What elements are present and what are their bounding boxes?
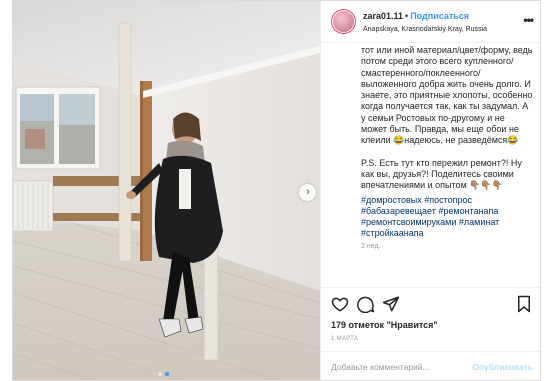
- separator: •: [405, 11, 409, 21]
- bookmark-icon: [518, 295, 530, 313]
- carousel-indicator: [158, 372, 169, 376]
- comment-icon: [357, 296, 375, 314]
- chevron-right-icon: ›: [306, 186, 310, 198]
- comment-button[interactable]: [357, 295, 375, 314]
- instagram-post: › zara01.11 • Подписаться Anapskaya, Krasn…: [12, 0, 541, 381]
- follow-button[interactable]: Подписаться: [410, 11, 469, 21]
- more-options-icon[interactable]: •••: [523, 13, 534, 27]
- post-caption: тот или иной материал/цвет/форму, ведь п…: [361, 45, 533, 252]
- post-photo[interactable]: ›: [13, 1, 320, 380]
- save-button[interactable]: [515, 295, 533, 313]
- publish-button[interactable]: Опубликовать: [472, 362, 533, 372]
- likes-count[interactable]: 179 отметок "Нравится": [331, 320, 438, 330]
- attic-room-photo: [13, 1, 320, 380]
- comment-form: Опубликовать: [321, 351, 540, 380]
- location-link[interactable]: Anapskaya, Krasnodarskiy Kray, Russia: [363, 26, 487, 33]
- caption-paragraph: тот или иной материал/цвет/форму, ведь п…: [361, 45, 533, 146]
- carousel-dot-active: [165, 372, 169, 376]
- caption-timestamp: 2 нед.: [361, 242, 381, 250]
- caption-hashtags[interactable]: #домростовых #постопрос #бабазаревещает …: [361, 195, 533, 240]
- paper-plane-icon: [382, 296, 400, 312]
- post-date: 1 МАРТА: [331, 336, 359, 342]
- post-actions: 179 отметок "Нравится" 1 МАРТА Опубликов…: [321, 287, 540, 380]
- carousel-dot: [158, 372, 162, 376]
- avatar[interactable]: [333, 11, 354, 32]
- username-row: zara01.11 • Подписаться: [363, 11, 469, 21]
- username-link[interactable]: zara01.11: [363, 11, 403, 21]
- post-sidebar: zara01.11 • Подписаться Anapskaya, Krasnod…: [320, 1, 540, 380]
- comment-input[interactable]: [331, 360, 471, 374]
- carousel-next-button[interactable]: ›: [299, 184, 316, 201]
- like-button[interactable]: [331, 295, 349, 313]
- caption-ps: P.S. Есть тут кто пережил ремонт?! Ну ка…: [361, 157, 522, 191]
- share-button[interactable]: [382, 295, 400, 313]
- post-header: zara01.11 • Подписаться Anapskaya, Krasnod…: [321, 1, 540, 43]
- heart-icon: [331, 297, 349, 312]
